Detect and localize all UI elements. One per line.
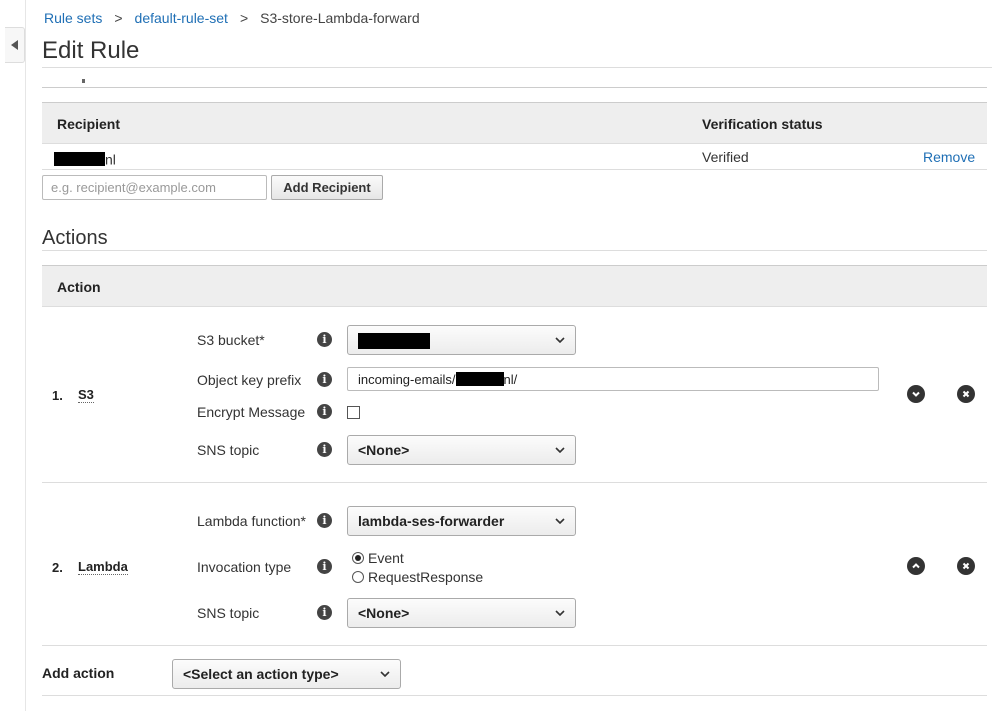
page-title: Edit Rule bbox=[42, 37, 140, 64]
chevron-down-icon bbox=[555, 447, 565, 453]
breadcrumb-separator: > bbox=[239, 10, 249, 26]
encrypt-message-checkbox[interactable] bbox=[347, 406, 360, 419]
sns-topic-select[interactable]: <None> bbox=[347, 435, 576, 465]
caret-left-icon bbox=[10, 40, 18, 50]
redacted-text bbox=[54, 152, 105, 167]
chevron-down-icon bbox=[380, 671, 390, 677]
invocation-requestresponse-radio[interactable] bbox=[352, 571, 364, 583]
action-divider bbox=[42, 482, 987, 483]
recipient-input[interactable] bbox=[42, 175, 267, 200]
recipients-table-header: Recipient Verification status bbox=[42, 102, 987, 144]
action-divider bbox=[42, 645, 987, 646]
close-icon bbox=[962, 562, 970, 570]
invocation-event-radio[interactable] bbox=[352, 552, 364, 564]
verification-status: Verified bbox=[702, 149, 749, 165]
info-icon[interactable]: i bbox=[317, 559, 332, 574]
encrypt-message-label: Encrypt Message bbox=[197, 404, 306, 420]
actions-section-title: Actions bbox=[42, 227, 108, 249]
sns-topic-label: SNS topic bbox=[197, 605, 260, 621]
chevron-down-icon bbox=[555, 518, 565, 524]
redacted-text bbox=[455, 372, 504, 386]
sns-topic-label: SNS topic bbox=[197, 442, 260, 458]
invocation-requestresponse-label[interactable]: RequestResponse bbox=[368, 569, 483, 585]
object-key-prefix-label: Object key prefix bbox=[197, 372, 302, 388]
chevron-up-icon bbox=[912, 563, 920, 569]
action-name-s3[interactable]: S3 bbox=[78, 387, 94, 403]
invocation-event-label[interactable]: Event bbox=[368, 550, 404, 566]
action-type-select[interactable]: <Select an action type> bbox=[172, 659, 401, 689]
action-number: 1. bbox=[52, 388, 63, 403]
left-rail bbox=[0, 0, 26, 711]
lambda-function-select[interactable]: lambda-ses-forwarder bbox=[347, 506, 576, 536]
invocation-type-label: Invocation type bbox=[197, 559, 292, 575]
move-up-button[interactable] bbox=[907, 557, 925, 575]
info-icon[interactable]: i bbox=[317, 513, 332, 528]
s3-bucket-select[interactable] bbox=[347, 325, 576, 355]
column-header-verification-status: Verification status bbox=[702, 116, 823, 132]
row-divider bbox=[42, 169, 987, 170]
object-key-prefix-input[interactable]: incoming-emails/nl/ bbox=[347, 367, 879, 391]
add-action-label: Add action bbox=[42, 665, 115, 681]
breadcrumb-separator: > bbox=[114, 10, 123, 26]
info-icon[interactable]: i bbox=[317, 404, 332, 419]
lambda-function-label: Lambda function* bbox=[197, 513, 306, 529]
recipient-email: nl bbox=[54, 150, 116, 167]
actions-divider bbox=[42, 250, 987, 251]
table-row: nl Verified Remove bbox=[42, 144, 987, 170]
delete-action-button[interactable] bbox=[957, 385, 975, 403]
chevron-down-icon bbox=[912, 391, 920, 397]
redacted-text bbox=[358, 332, 430, 349]
remove-recipient-link[interactable]: Remove bbox=[923, 149, 975, 165]
scrolled-content-remnant bbox=[82, 79, 85, 83]
column-header-action: Action bbox=[57, 279, 101, 295]
sns-topic-select[interactable]: <None> bbox=[347, 598, 576, 628]
delete-action-button[interactable] bbox=[957, 557, 975, 575]
breadcrumb-rule-sets[interactable]: Rule sets bbox=[44, 10, 102, 26]
chevron-down-icon bbox=[555, 337, 565, 343]
bottom-divider bbox=[42, 695, 987, 696]
add-recipient-button[interactable]: Add Recipient bbox=[271, 175, 383, 200]
breadcrumb-default-rule-set[interactable]: default-rule-set bbox=[135, 10, 228, 26]
collapse-sidebar-button[interactable] bbox=[5, 27, 25, 63]
move-down-button[interactable] bbox=[907, 385, 925, 403]
info-icon[interactable]: i bbox=[317, 372, 332, 387]
s3-bucket-label: S3 bucket* bbox=[197, 332, 265, 348]
title-divider bbox=[42, 67, 992, 68]
chevron-down-icon bbox=[555, 610, 565, 616]
action-number: 2. bbox=[52, 560, 63, 575]
action-name-lambda[interactable]: Lambda bbox=[78, 559, 128, 575]
info-icon[interactable]: i bbox=[317, 605, 332, 620]
column-header-recipient: Recipient bbox=[57, 116, 121, 132]
info-icon[interactable]: i bbox=[317, 442, 332, 457]
actions-table-header: Action bbox=[42, 265, 987, 307]
info-icon[interactable]: i bbox=[317, 332, 332, 347]
breadcrumb-current: S3-store-Lambda-forward bbox=[260, 10, 420, 26]
breadcrumb: Rule sets > default-rule-set > S3-store-Lamb… bbox=[44, 10, 420, 26]
section-divider bbox=[42, 87, 987, 88]
close-icon bbox=[962, 390, 970, 398]
